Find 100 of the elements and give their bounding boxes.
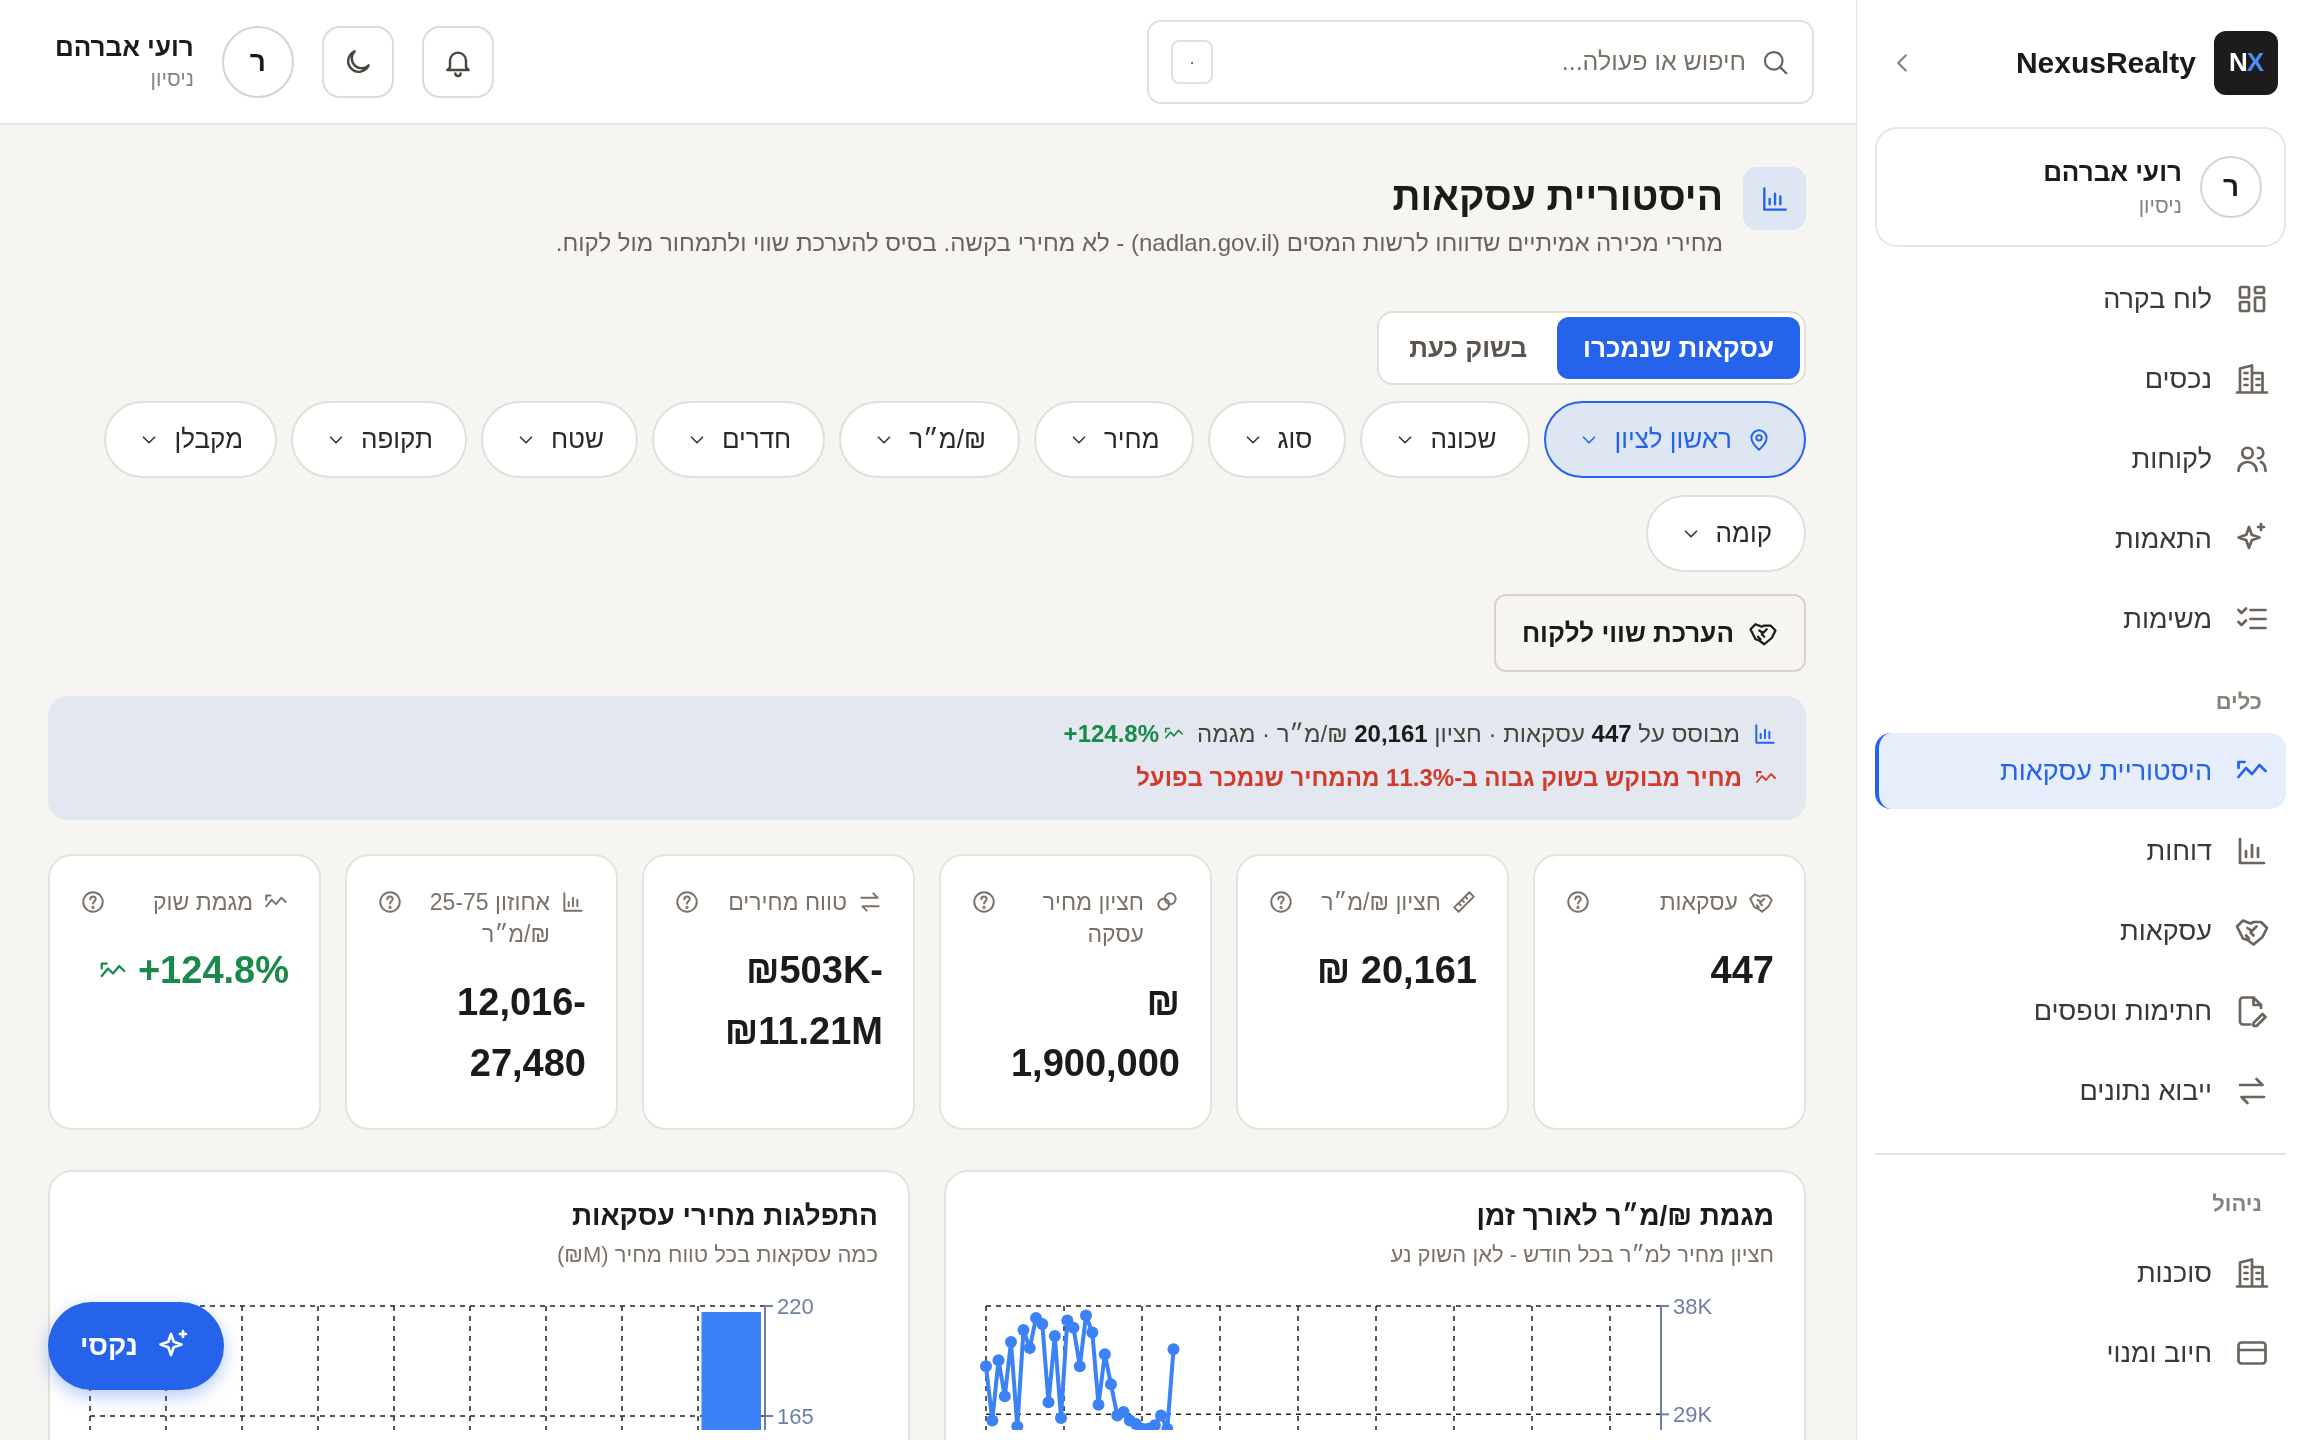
- filter-chip[interactable]: שטח: [480, 401, 638, 478]
- avatar: ר: [2200, 156, 2262, 218]
- filter-chip[interactable]: שכונה: [1360, 401, 1531, 478]
- filter-chip[interactable]: ראשון לציון: [1544, 401, 1806, 478]
- stat-value: ₪ 1,900,000: [1009, 980, 1180, 1087]
- stat-label: טווח מחירים: [727, 888, 847, 917]
- valuation-button[interactable]: הערכת שווי ללקוח: [1493, 594, 1806, 672]
- data-point: [1067, 1321, 1080, 1334]
- view-tab[interactable]: עסקאות שנמכרו: [1557, 317, 1800, 379]
- data-point: [1017, 1324, 1030, 1337]
- chart-subtitle: כמה עסקאות בכל טווח מחיר (M₪): [555, 1242, 878, 1268]
- stat-label: אחוזון 25-75 ₪/מ״ר: [428, 888, 550, 950]
- axis-tick-label: 165: [777, 1404, 814, 1429]
- chart-title: התפלגות מחירי עסקאות: [570, 1200, 878, 1232]
- building-icon: [2234, 361, 2270, 397]
- data-point: [1148, 1419, 1161, 1430]
- stat-value: ₪503K-₪11.21M: [723, 948, 883, 1054]
- filter-chip[interactable]: תקופה: [291, 401, 467, 478]
- data-point: [1117, 1405, 1130, 1418]
- help-icon[interactable]: [971, 889, 997, 915]
- data-point: [1036, 1318, 1049, 1331]
- data-point: [1092, 1398, 1105, 1411]
- notifications-button[interactable]: [421, 25, 494, 98]
- user-role: ניסיון: [149, 67, 194, 91]
- help-icon[interactable]: [377, 889, 403, 915]
- logo: NX: [2214, 30, 2278, 95]
- trend-value: +124.8%: [1063, 720, 1160, 748]
- data-point: [1048, 1330, 1061, 1343]
- data-point: [1023, 1342, 1036, 1355]
- nav-item[interactable]: עסקאות: [1875, 893, 2286, 969]
- data-point: [1055, 1412, 1067, 1424]
- data-point: [992, 1354, 1005, 1367]
- search-input[interactable]: חיפוש או פעולה...: [1227, 47, 1746, 76]
- help-icon[interactable]: [1565, 889, 1591, 915]
- nav-item[interactable]: לקוחות: [1875, 421, 2286, 497]
- filter-chip[interactable]: מחיר: [1033, 401, 1194, 478]
- filter-chip[interactable]: חדרים: [651, 401, 826, 478]
- data-point: [1005, 1336, 1017, 1349]
- nav-item[interactable]: נכסים: [1875, 341, 2286, 417]
- filter-chip[interactable]: סוג: [1207, 401, 1347, 478]
- user-name: רועי אברהם: [55, 32, 194, 63]
- section-title: כלים: [2214, 688, 2263, 716]
- price-gap-text: מחיר מבוקש בשוק גבוה ב-11.3% מהמחיר שנמכר בפועל: [1136, 764, 1742, 792]
- user-name: רועי אברהם: [2043, 156, 2182, 188]
- axis-tick-label: 38K: [1673, 1294, 1713, 1319]
- nav-item[interactable]: היסטוריית עסקאות: [1875, 733, 2286, 809]
- user-role: ניסיון: [2137, 193, 2182, 218]
- data-point: [1098, 1348, 1111, 1361]
- brand-name: NexusRealty: [2014, 45, 2196, 80]
- theme-toggle-button[interactable]: [321, 25, 394, 98]
- help-icon[interactable]: [80, 889, 106, 915]
- avatar[interactable]: ר: [221, 25, 294, 98]
- stat-value: 447: [1710, 948, 1774, 994]
- chart-subtitle: חציון מחיר למ״ר בכל חודש - לאן השוק נע: [1389, 1242, 1774, 1268]
- filter-chip[interactable]: ₪/מ״ר: [839, 401, 1020, 478]
- bar-chart-icon: [560, 889, 586, 915]
- swap-arrows-icon: [857, 889, 883, 915]
- data-point: [980, 1360, 992, 1373]
- nav-item[interactable]: לוח בקרה: [1875, 261, 2286, 337]
- nav-item[interactable]: התאמות: [1875, 501, 2286, 577]
- building-icon: [2234, 1255, 2270, 1291]
- nav-item[interactable]: ייבוא נתונים: [1875, 1053, 2286, 1129]
- axis-tick-label: 29K: [1673, 1402, 1713, 1428]
- data-point: [1080, 1309, 1092, 1322]
- user-card[interactable]: ר רועי אברהם ניסיון: [1875, 127, 2286, 247]
- chart-title: מגמת ₪/מ״ר לאורך זמן: [1475, 1200, 1774, 1232]
- help-icon[interactable]: [1268, 889, 1294, 915]
- data-point: [1167, 1343, 1180, 1356]
- stat-label: מגמת שוק: [152, 888, 253, 917]
- data-point: [1073, 1360, 1086, 1373]
- nav-item[interactable]: חתימות וטפסים: [1875, 973, 2286, 1049]
- data-point: [1105, 1378, 1117, 1391]
- section-title: ניהול: [2211, 1190, 2263, 1218]
- stat-label: חציון ₪/מ״ר: [1320, 888, 1441, 917]
- data-point: [998, 1390, 1011, 1403]
- stat-value: 12,016-27,480: [456, 980, 586, 1087]
- filter-chip[interactable]: קומה: [1645, 495, 1806, 572]
- data-point: [986, 1414, 999, 1427]
- stat-value: +124.8%: [137, 948, 289, 994]
- ruler-icon: [1451, 889, 1477, 915]
- stat-label: חציון מחיר עסקה: [1041, 888, 1144, 950]
- axis-tick-label: 220: [777, 1294, 814, 1319]
- nav-item[interactable]: דוחות: [1875, 813, 2286, 889]
- stat-label: עסקאות: [1658, 888, 1738, 917]
- page-title: היסטוריית עסקאות: [1391, 175, 1723, 219]
- assistant-button[interactable]: נקסי: [48, 1302, 224, 1390]
- help-icon[interactable]: [674, 889, 700, 915]
- nav-item[interactable]: סוכנות: [1875, 1235, 2286, 1311]
- data-point: [1086, 1326, 1099, 1339]
- nav-item[interactable]: חיוב ומנוי: [1875, 1315, 2286, 1391]
- stat-value: ₪ 20,161: [1316, 948, 1477, 994]
- filter-chip[interactable]: מקבלן: [104, 401, 277, 478]
- nav-item[interactable]: משימות: [1875, 581, 2286, 657]
- view-tab[interactable]: בשוק כעת: [1383, 317, 1554, 379]
- search-field[interactable]: חיפוש או פעולה... ·: [1147, 19, 1814, 104]
- data-point: [1042, 1396, 1055, 1409]
- bar-chart-icon: [1752, 721, 1778, 747]
- data-point: [1011, 1420, 1024, 1430]
- shortcut-key: ·: [1171, 39, 1213, 84]
- page-subtitle: מחירי מכירה אמיתיים שדווחו לרשות המסים (nadlan.gov.il) - לא מחירי בקשה. בסיס להערכת שווי ולתמחור מול לקוח.: [555, 229, 1723, 257]
